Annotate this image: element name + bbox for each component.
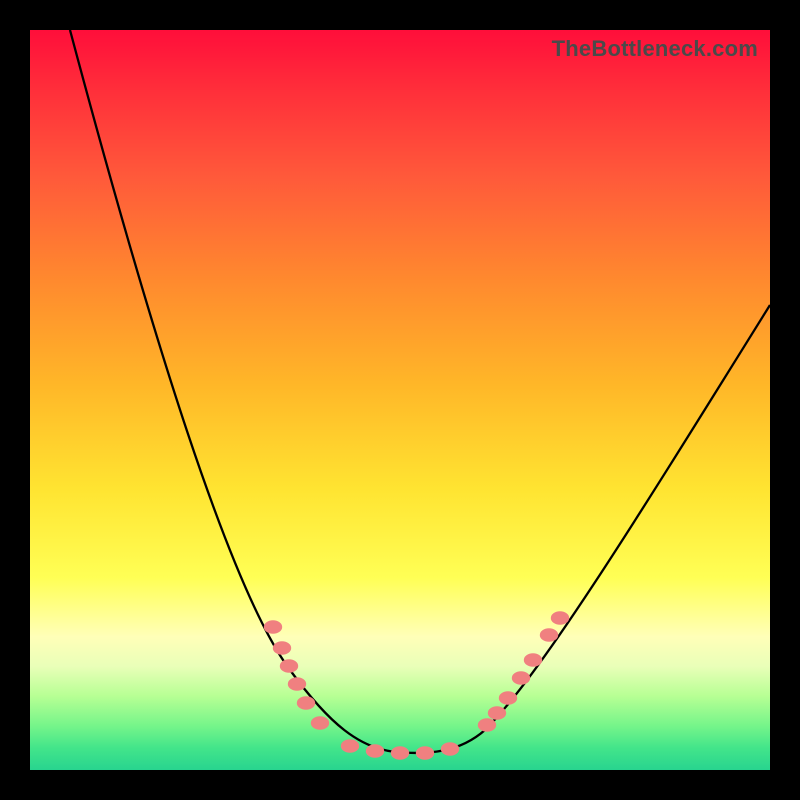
data-marker [366,744,384,758]
plot-area: TheBottleneck.com [30,30,770,770]
data-marker [273,641,291,655]
bottleneck-curve [70,30,770,753]
data-marker [512,671,530,685]
data-marker [391,746,409,760]
data-marker [297,696,315,710]
data-marker [551,611,569,625]
data-marker [280,659,298,673]
data-marker [540,628,558,642]
data-marker [524,653,542,667]
data-marker [478,718,496,732]
data-marker [341,739,359,753]
bottleneck-curve-svg [30,30,770,770]
data-marker [488,706,506,720]
data-marker [288,677,306,691]
data-marker [416,746,434,760]
data-marker [311,716,329,730]
chart-frame: TheBottleneck.com [0,0,800,800]
data-marker [441,742,459,756]
data-marker [499,691,517,705]
data-marker [264,620,282,634]
